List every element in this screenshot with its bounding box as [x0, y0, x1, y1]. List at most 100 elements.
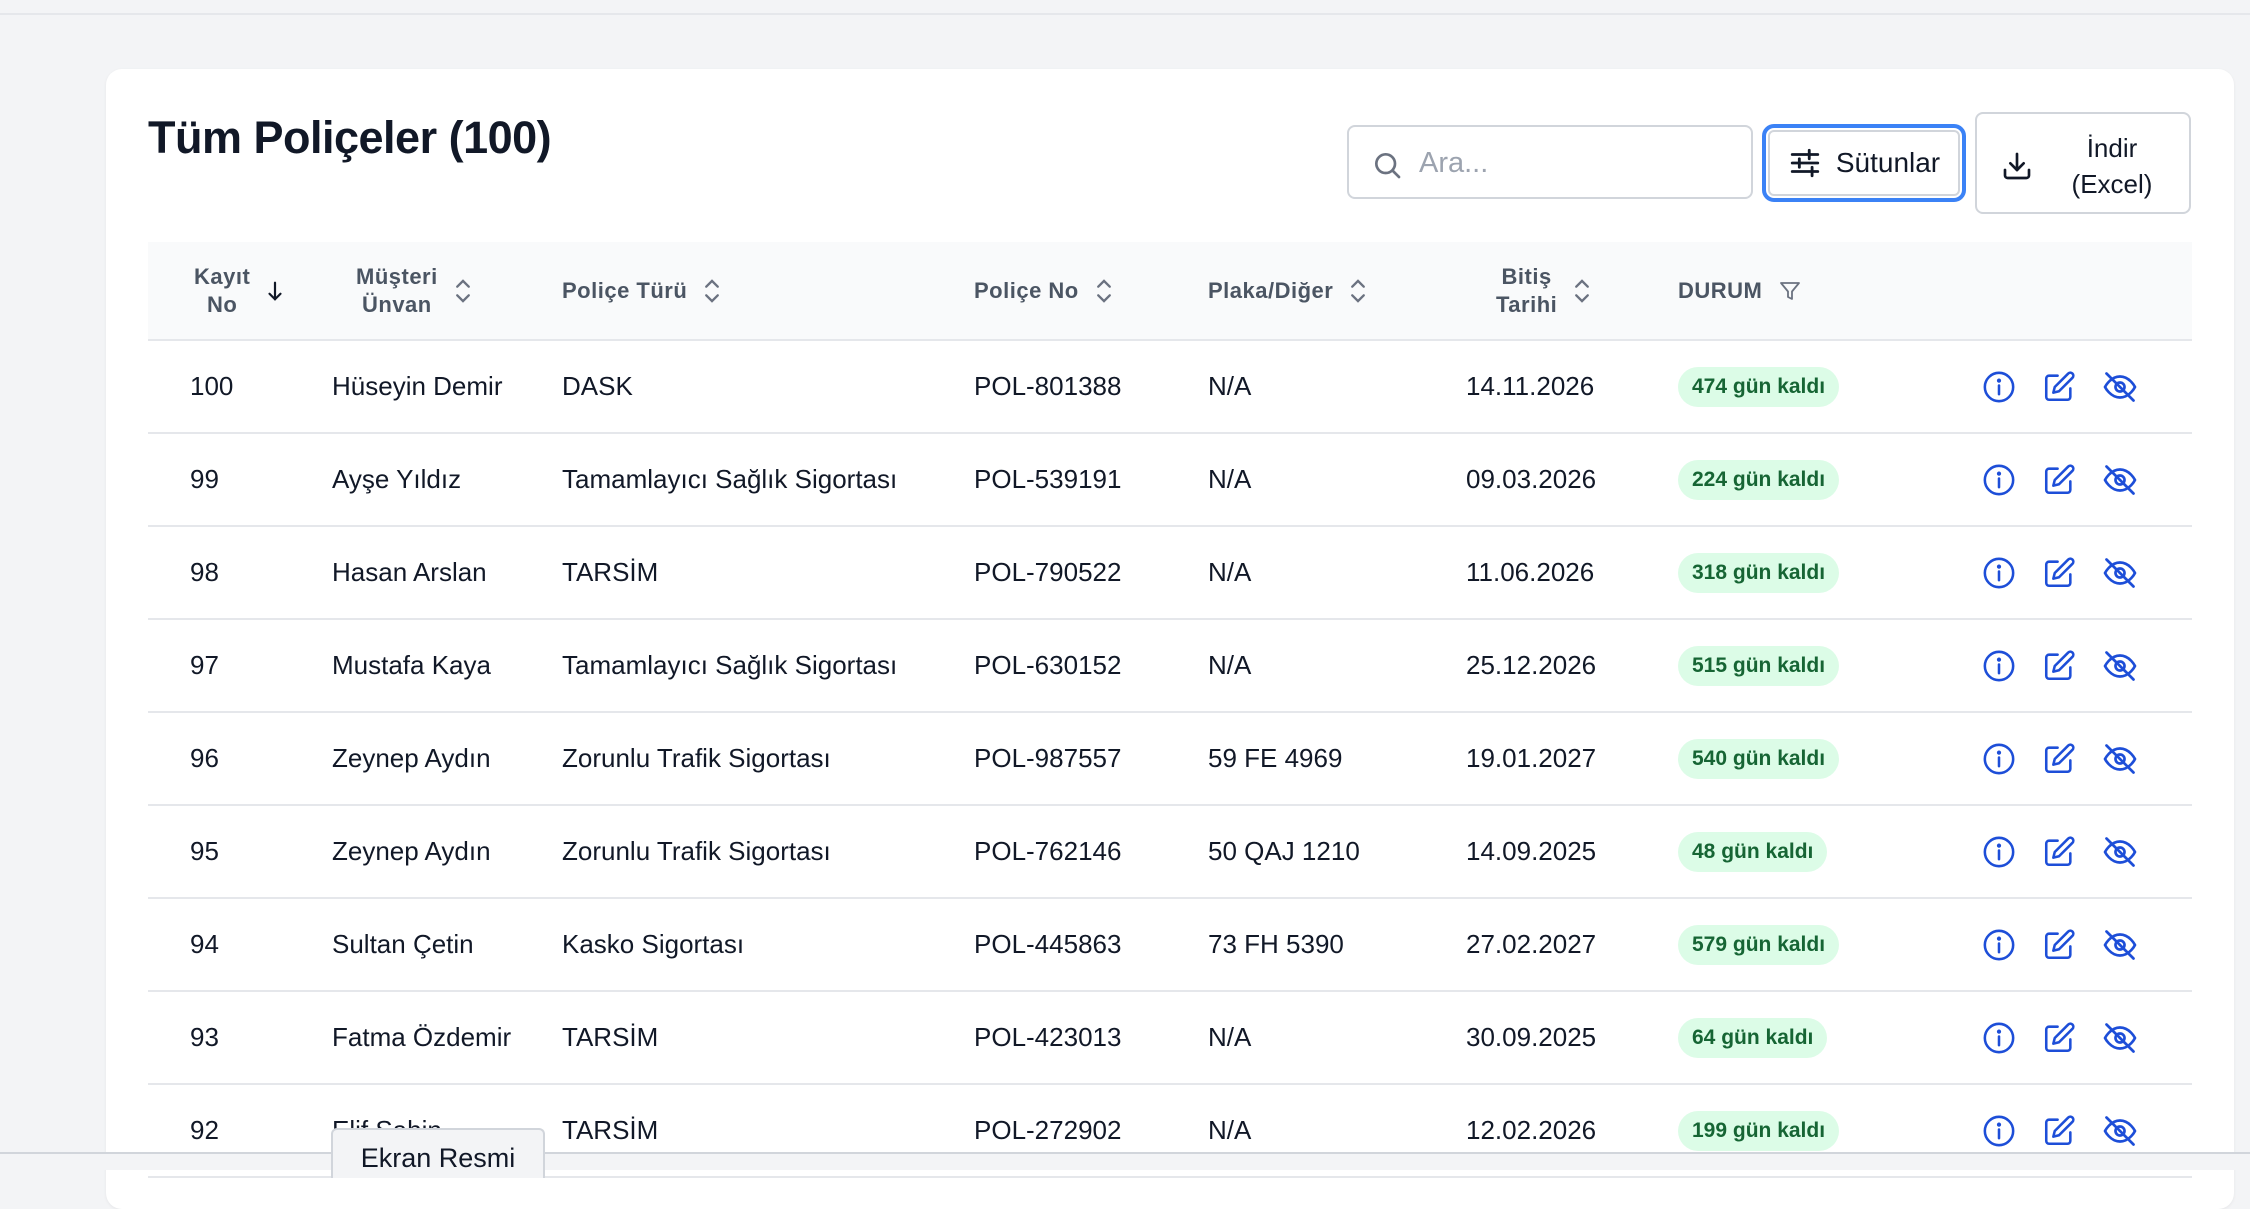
cell-end-date: 14.11.2026 — [1466, 371, 1595, 401]
cell-plate: 50 QAJ 1210 — [1208, 836, 1360, 866]
cell-end-date: 19.01.2027 — [1466, 743, 1597, 773]
info-icon[interactable] — [1982, 1021, 2016, 1055]
info-icon[interactable] — [1982, 1114, 2016, 1148]
sliders-icon — [1790, 148, 1820, 178]
status-badge: 48 gün kaldı — [1678, 831, 1828, 872]
cell-customer: Mustafa Kaya — [332, 650, 491, 680]
column-header-end-date[interactable]: Bitiş Tarihi — [1460, 242, 1676, 341]
cell-policy-no: POL-987557 — [974, 743, 1122, 773]
cell-plate: N/A — [1208, 1022, 1252, 1052]
edit-icon[interactable] — [2042, 835, 2076, 869]
column-header-status[interactable]: DURUM — [1676, 242, 1928, 341]
cell-status: 579 gün kaldı — [1676, 898, 1928, 991]
cell-record-no: 99 — [190, 464, 219, 494]
cell-policy-type: Zorunlu Trafik Sigortası — [562, 743, 831, 773]
cell-actions — [1928, 712, 2192, 805]
info-icon[interactable] — [1982, 556, 2016, 590]
search-box[interactable] — [1347, 125, 1753, 199]
hide-icon[interactable] — [2102, 1020, 2138, 1056]
hide-icon[interactable] — [2102, 555, 2138, 591]
status-badge: 515 gün kaldı — [1678, 645, 1840, 686]
cell-policy-no: POL-801388 — [974, 371, 1122, 401]
cell-status: 540 gün kaldı — [1676, 712, 1928, 805]
info-icon[interactable] — [1982, 835, 2016, 869]
cell-end-date: 09.03.2026 — [1466, 464, 1597, 494]
cell-actions — [1928, 805, 2192, 898]
cell-policy-no: POL-423013 — [974, 1022, 1122, 1052]
info-icon[interactable] — [1982, 928, 2016, 962]
search-input[interactable] — [1419, 139, 1739, 187]
cell-record-no: 98 — [190, 557, 219, 587]
cell-customer: Sultan Çetin — [332, 929, 474, 959]
cell-policy-no: POL-762146 — [974, 836, 1122, 866]
cell-policy-type: TARSİM — [562, 1022, 659, 1052]
table-row[interactable]: 93 Fatma Özdemir TARSİM POL-423013 N/A 3… — [148, 991, 2192, 1084]
cell-record-no: 97 — [190, 650, 219, 680]
cell-actions — [1928, 340, 2192, 433]
download-excel-button[interactable]: İndir (Excel) — [1975, 112, 2191, 214]
cell-plate: N/A — [1208, 464, 1252, 494]
hide-icon[interactable] — [2102, 369, 2138, 405]
info-icon[interactable] — [1982, 742, 2016, 776]
page-title: Tüm Poliçeler (100) — [148, 112, 552, 163]
column-header-actions — [1928, 242, 2192, 341]
info-icon[interactable] — [1982, 463, 2016, 497]
cell-status: 474 gün kaldı — [1676, 340, 1928, 433]
filter-icon[interactable] — [1778, 279, 1802, 303]
cell-policy-type: Kasko Sigortası — [562, 929, 745, 959]
top-border — [0, 0, 2250, 15]
cell-plate: 59 FE 4969 — [1208, 743, 1343, 773]
hide-icon[interactable] — [2102, 648, 2138, 684]
hide-icon[interactable] — [2102, 927, 2138, 963]
screenshot-tab[interactable]: Ekran Resmi — [331, 1128, 545, 1178]
cell-actions — [1928, 991, 2192, 1084]
cell-policy-type: Zorunlu Trafik Sigortası — [562, 836, 831, 866]
edit-icon[interactable] — [2042, 370, 2076, 404]
cell-status: 515 gün kaldı — [1676, 619, 1928, 712]
column-header-policy-type[interactable]: Poliçe Türü — [558, 242, 970, 341]
hide-icon[interactable] — [2102, 1113, 2138, 1149]
table-header-row: Kayıt No Müşteri Ünvan Poliçe Türü Poliç… — [148, 242, 2192, 341]
sort-icon — [705, 278, 720, 303]
hide-icon[interactable] — [2102, 834, 2138, 870]
status-badge: 474 gün kaldı — [1678, 366, 1840, 407]
cell-record-no: 95 — [190, 836, 219, 866]
cell-end-date: 27.02.2027 — [1466, 929, 1597, 959]
edit-icon[interactable] — [2042, 928, 2076, 962]
hide-icon[interactable] — [2102, 462, 2138, 498]
table-row[interactable]: 97 Mustafa Kaya Tamamlayıcı Sağlık Sigor… — [148, 619, 2192, 712]
cell-policy-type: DASK — [562, 371, 633, 401]
cell-customer: Ayşe Yıldız — [332, 464, 462, 494]
edit-icon[interactable] — [2042, 649, 2076, 683]
download-button-label: İndir (Excel) — [2071, 133, 2153, 199]
column-header-policy-no[interactable]: Poliçe No — [970, 242, 1204, 341]
edit-icon[interactable] — [2042, 742, 2076, 776]
edit-icon[interactable] — [2042, 556, 2076, 590]
info-icon[interactable] — [1982, 649, 2016, 683]
status-badge: 318 gün kaldı — [1678, 552, 1840, 593]
sort-desc-icon — [268, 281, 282, 301]
download-icon — [2003, 152, 2031, 180]
cell-customer: Fatma Özdemir — [332, 1022, 512, 1052]
column-header-record-no[interactable]: Kayıt No — [148, 242, 308, 341]
info-icon[interactable] — [1982, 370, 2016, 404]
edit-icon[interactable] — [2042, 1021, 2076, 1055]
table-row[interactable]: 94 Sultan Çetin Kasko Sigortası POL-4458… — [148, 898, 2192, 991]
cell-plate: N/A — [1208, 650, 1252, 680]
status-badge: 64 gün kaldı — [1678, 1017, 1828, 1058]
column-header-customer[interactable]: Müşteri Ünvan — [308, 242, 558, 341]
cell-status: 64 gün kaldı — [1676, 991, 1928, 1084]
columns-button[interactable]: Sütunlar — [1762, 124, 1966, 202]
cell-plate: 73 FH 5390 — [1208, 929, 1344, 959]
edit-icon[interactable] — [2042, 463, 2076, 497]
column-header-plate[interactable]: Plaka/Diğer — [1204, 242, 1460, 341]
cell-status: 318 gün kaldı — [1676, 526, 1928, 619]
edit-icon[interactable] — [2042, 1114, 2076, 1148]
table-row[interactable]: 96 Zeynep Aydın Zorunlu Trafik Sigortası… — [148, 712, 2192, 805]
cell-record-no: 96 — [190, 743, 219, 773]
hide-icon[interactable] — [2102, 741, 2138, 777]
table-row[interactable]: 99 Ayşe Yıldız Tamamlayıcı Sağlık Sigort… — [148, 433, 2192, 526]
table-row[interactable]: 100 Hüseyin Demir DASK POL-801388 N/A 14… — [148, 340, 2192, 433]
table-row[interactable]: 95 Zeynep Aydın Zorunlu Trafik Sigortası… — [148, 805, 2192, 898]
table-row[interactable]: 98 Hasan Arslan TARSİM POL-790522 N/A 11… — [148, 526, 2192, 619]
